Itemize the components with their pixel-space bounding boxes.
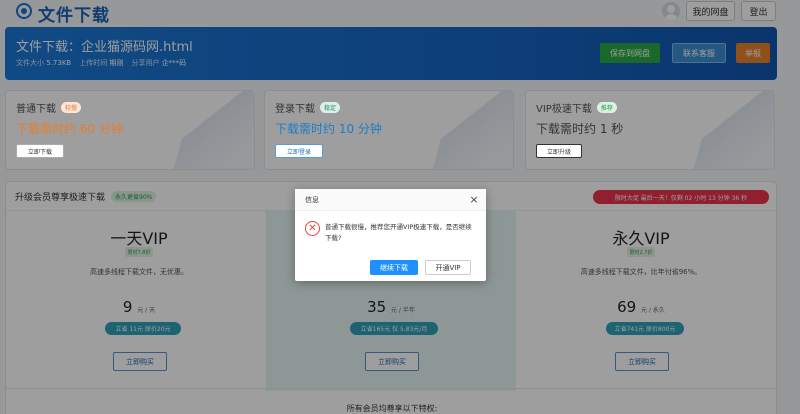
card-title: 普通下载	[16, 104, 56, 115]
card-time: 下载需时约 60 分钟	[16, 122, 123, 136]
card-title: 登录下载	[275, 104, 315, 115]
dialog-header: 信息 ×	[295, 189, 486, 211]
card-time: 下载需时约 10 分钟	[275, 122, 382, 136]
card-title: VIP极速下载	[536, 104, 592, 115]
info-dialog: 信息 × ✕ 普通下载很慢，推荐您开通VIP极速下载，是否继续下载? 继续下载 …	[295, 189, 486, 281]
card-tag: 稳定	[320, 102, 341, 113]
card-time: 下载需时约 1 秒	[536, 122, 624, 136]
download-now-button[interactable]: 立即下载	[16, 144, 64, 158]
card-tag: 推荐	[596, 102, 617, 113]
dialog-message: 普通下载很慢，推荐您开通VIP极速下载，是否继续下载?	[325, 223, 472, 242]
login-now-button[interactable]: 立即登录	[275, 144, 323, 158]
continue-download-button[interactable]: 继续下载	[370, 260, 418, 275]
dialog-title: 信息	[305, 196, 319, 204]
open-vip-button[interactable]: 开通VIP	[425, 260, 471, 275]
upgrade-now-button[interactable]: 立即升级	[536, 144, 582, 158]
error-icon: ✕	[305, 221, 320, 236]
card-tag: 较慢	[61, 102, 82, 113]
close-icon[interactable]: ×	[467, 192, 481, 206]
